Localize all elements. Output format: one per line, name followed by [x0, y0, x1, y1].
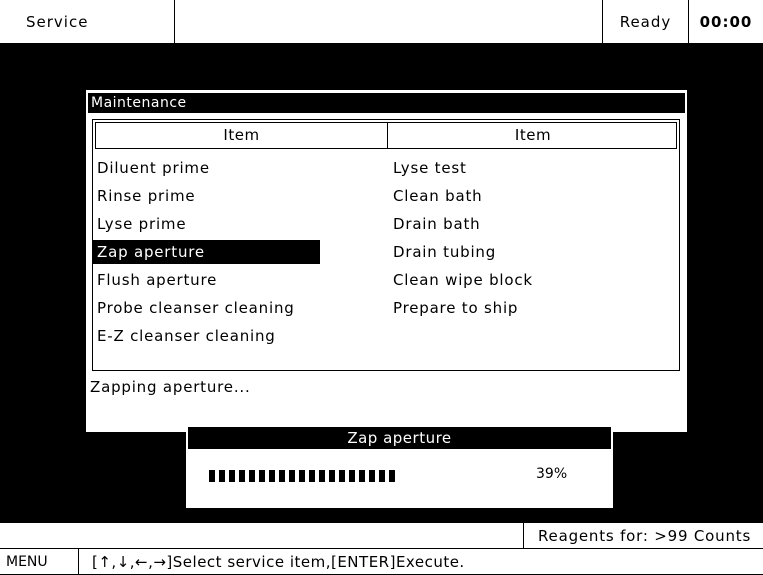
menu-item[interactable]: E-Z cleanser cleaning	[93, 324, 276, 348]
menu-item[interactable]: Clean bath	[389, 184, 482, 208]
reagents-status: Reagents for: >99 Counts	[538, 527, 752, 545]
progress-segment	[259, 470, 265, 482]
progress-segment	[339, 470, 345, 482]
progress-segment	[269, 470, 275, 482]
progress-segment	[349, 470, 355, 482]
progress-segment	[289, 470, 295, 482]
progress-segment	[309, 470, 315, 482]
title-bar-spacer	[175, 0, 603, 44]
progress-segment	[249, 470, 255, 482]
hint-bar: MENU [↑,↓,←,→]Select service item,[ENTER…	[0, 548, 763, 575]
progress-percent: 39%	[536, 466, 568, 482]
menu-item[interactable]: Drain bath	[389, 212, 480, 236]
menu-item[interactable]: Lyse prime	[93, 212, 186, 236]
divider	[78, 549, 79, 575]
status-message: Zapping aperture...	[90, 378, 251, 396]
menu-item[interactable]: Rinse prime	[93, 184, 195, 208]
menu-item[interactable]: Probe cleanser cleaning	[93, 296, 295, 320]
menu-label[interactable]: MENU	[6, 549, 48, 575]
menu-item[interactable]: Diluent prime	[93, 156, 210, 180]
progress-title: Zap aperture	[188, 427, 611, 449]
column-header-left: Item	[96, 123, 388, 148]
progress-segment	[369, 470, 375, 482]
screen-title: Service	[0, 0, 175, 44]
key-hint: [↑,↓,←,→]Select service item,[ENTER]Exec…	[92, 553, 465, 571]
progress-segment	[279, 470, 285, 482]
menu-item[interactable]: Lyse test	[389, 156, 467, 180]
progress-segment	[319, 470, 325, 482]
menu-item-selected[interactable]: Zap aperture	[93, 240, 320, 264]
column-header-right: Item	[514, 126, 552, 144]
progress-popup: Zap aperture 39%	[186, 424, 613, 508]
menu-item[interactable]: Clean wipe block	[389, 268, 533, 292]
maintenance-dialog: Maintenance Item Item Diluent prime Rinse…	[86, 90, 687, 432]
progress-segment	[389, 470, 395, 482]
clock: 00:00	[699, 13, 753, 31]
progress-segment	[239, 470, 245, 482]
menu-item[interactable]: Drain tubing	[389, 240, 496, 264]
divider	[523, 523, 524, 549]
reagents-bar: Reagents for: >99 Counts	[0, 522, 763, 549]
menu-item[interactable]: Flush aperture	[93, 268, 217, 292]
progress-segment	[359, 470, 365, 482]
title-bar: Service Ready 00:00	[0, 0, 763, 44]
progress-segment	[329, 470, 335, 482]
menu-item[interactable]: Prepare to ship	[389, 296, 518, 320]
progress-segment	[229, 470, 235, 482]
table-header: Item Item	[95, 122, 677, 149]
status-indicator: Ready	[603, 0, 689, 44]
progress-segment	[209, 470, 215, 482]
progress-bar	[209, 470, 399, 482]
dialog-title: Maintenance	[88, 93, 685, 113]
progress-segment	[379, 470, 385, 482]
progress-segment	[219, 470, 225, 482]
maintenance-item-table: Item Item Diluent prime Rinse prime Lyse p…	[92, 119, 680, 371]
progress-segment	[299, 470, 305, 482]
